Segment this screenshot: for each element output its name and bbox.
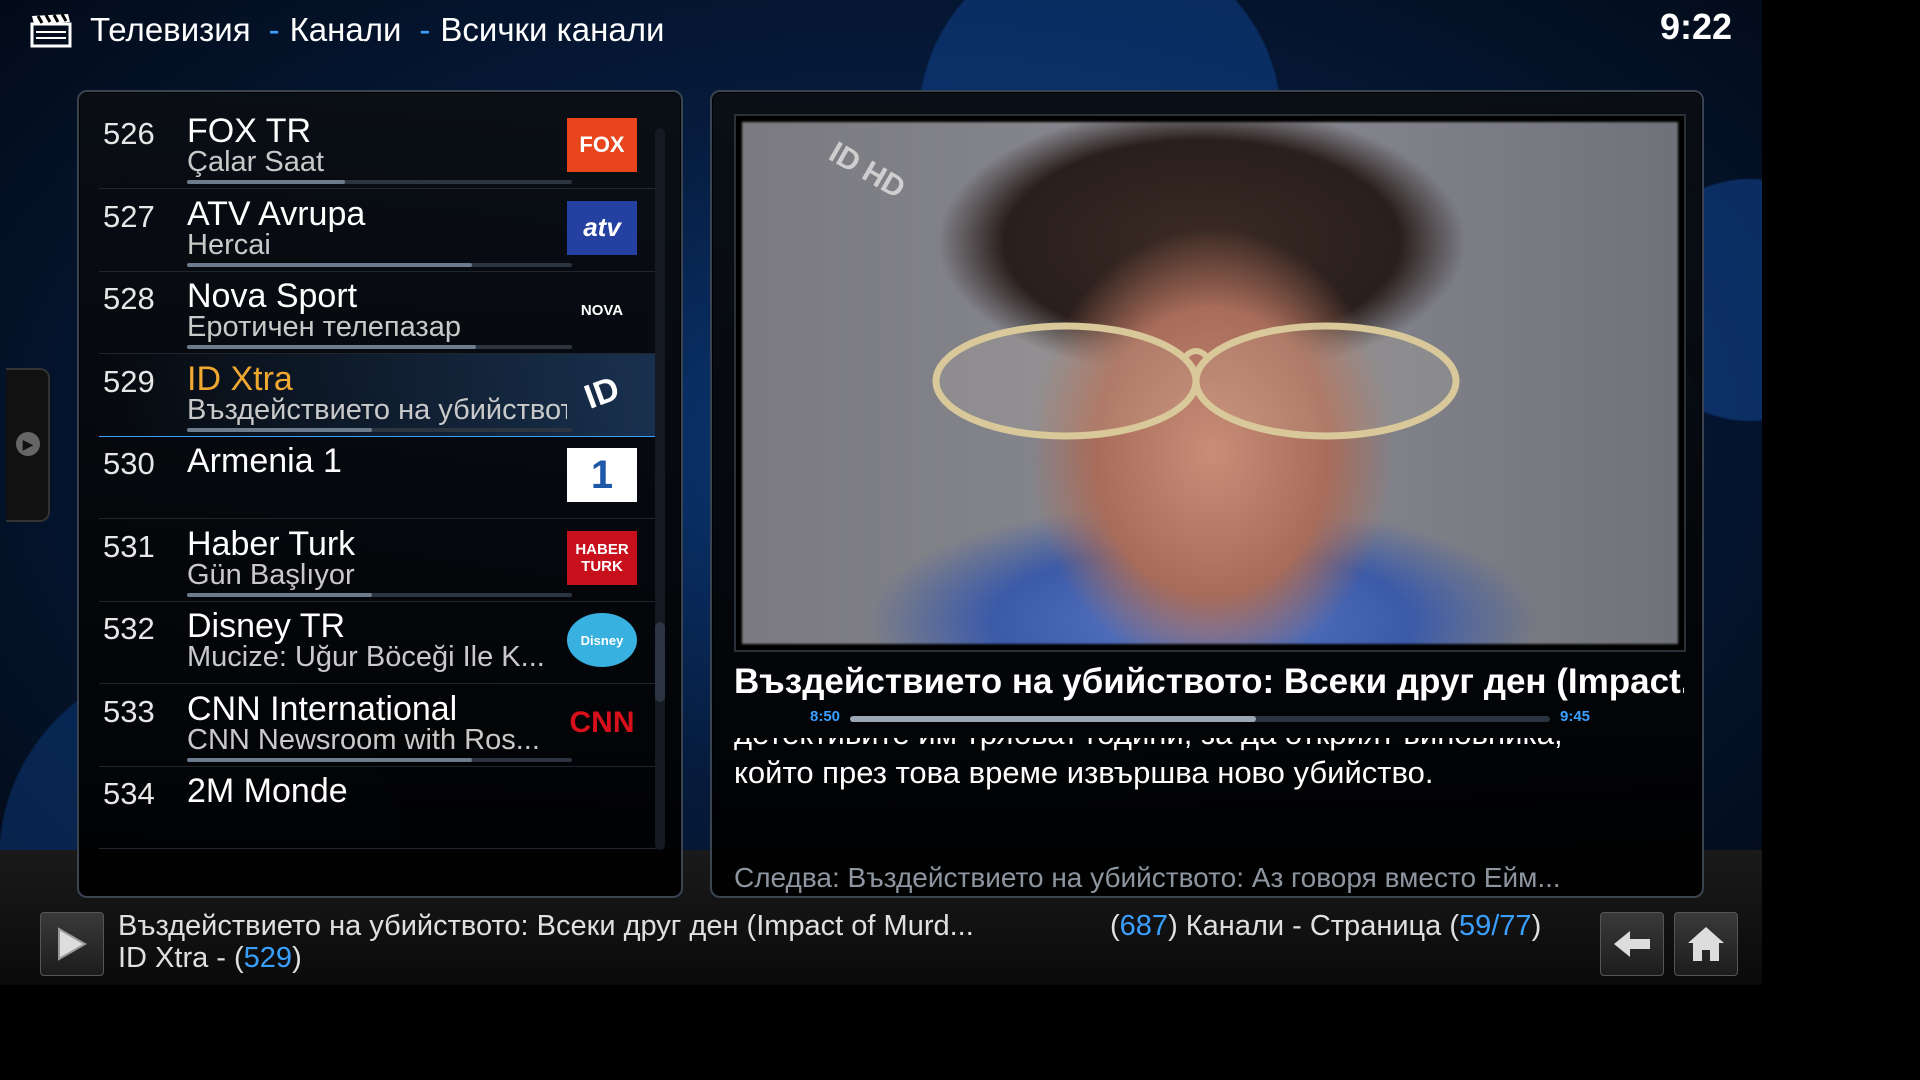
program-info-panel: ID HD Въздействието на убийството: Всеки…	[710, 90, 1704, 898]
channel-list: 526 FOX TR Çalar Saat FOX 527 ATV Avrupa Herca…	[77, 90, 683, 898]
home-button[interactable]	[1674, 912, 1738, 976]
channel-row[interactable]: 534 2M Monde	[99, 766, 659, 849]
program-plot: детективите им трябват години, за да отк…	[734, 738, 1694, 820]
back-button[interactable]	[1600, 912, 1664, 976]
channel-number: 527	[103, 198, 155, 234]
page-close: )	[1531, 910, 1542, 942]
channel-number: 529	[243, 942, 293, 974]
channel-row[interactable]: 532 Disney TR Mucize: Uğur Böceği Ile K...…	[99, 601, 659, 684]
page-label: ) Канали - Страница (	[1168, 910, 1459, 942]
channel-program: Еротичен телепазар	[187, 311, 461, 343]
channel-number: 526	[103, 116, 155, 151]
program-end-time: 9:45	[1560, 708, 1591, 725]
channel-number: 533	[103, 693, 155, 729]
breadcrumb: Телевизия - Канали - Всички канали	[30, 6, 664, 54]
channel-number: 531	[103, 528, 155, 564]
channel-row[interactable]: 528 Nova Sport Еротичен телепазар NOVA	[99, 271, 659, 354]
channel-logo: CNN	[569, 705, 635, 739]
channel-number: 530	[103, 446, 155, 481]
program-progress	[187, 345, 572, 349]
play-icon	[58, 927, 87, 961]
channel-row[interactable]: 529ID XtraВъздействието на убийството: В…	[99, 353, 659, 437]
channel-program: Въздействието на убийството: В	[187, 393, 567, 426]
channel-logo: atv	[567, 200, 637, 255]
breadcrumb-separator: -	[268, 11, 280, 48]
row-divider	[99, 848, 659, 849]
channel-number: 528	[103, 281, 155, 316]
breadcrumb-tv[interactable]: Телевизия	[90, 11, 251, 49]
side-menu-tab[interactable]: ▶	[6, 368, 50, 522]
program-start-time: 8:50	[810, 708, 841, 725]
breadcrumb-separator: -	[419, 11, 431, 48]
program-progress	[187, 180, 572, 184]
play-button[interactable]	[40, 912, 104, 976]
channel-logo: 1	[567, 448, 637, 502]
breadcrumb-channels[interactable]: Канали	[290, 11, 402, 49]
channel-program: Çalar Saat	[187, 146, 325, 178]
program-progress	[187, 427, 572, 432]
channel-number: 534	[103, 776, 155, 811]
video-preview[interactable]: ID HD	[734, 114, 1686, 652]
channel-logo: ID	[579, 368, 625, 416]
channel-program: Mucize: Uğur Böceği Ile K...	[187, 641, 545, 673]
now-playing-title: Въздействието на убийството: Всеки друг …	[118, 910, 974, 942]
scrollbar[interactable]	[655, 128, 665, 850]
channel-prefix: ID Xtra - (	[118, 942, 244, 974]
channel-number: 532	[103, 611, 155, 646]
program-progress	[187, 757, 572, 762]
back-arrow-icon	[1614, 931, 1650, 957]
channel-program: CNN Newsroom with Ros...	[187, 723, 540, 756]
program-progress	[187, 262, 572, 267]
channel-name: Armenia 1	[187, 442, 342, 480]
channel-suffix: )	[292, 942, 302, 974]
count-open: (	[1110, 910, 1120, 942]
scrollbar-thumb[interactable]	[655, 622, 665, 702]
program-progress-bar	[850, 716, 1550, 722]
channel-name: 2M Monde	[187, 772, 348, 810]
chevron-right-icon: ▶	[16, 432, 40, 456]
channel-logo: FOX	[567, 118, 637, 172]
channel-logo: NOVA	[580, 301, 624, 319]
program-progress	[187, 592, 572, 597]
next-program: Следва: Въздействието на убийството: Аз …	[734, 862, 1561, 893]
channel-count: 687	[1119, 910, 1169, 942]
home-icon	[1688, 927, 1724, 961]
breadcrumb-all-channels: Всички канали	[440, 11, 665, 48]
page-number: 59/77	[1458, 910, 1532, 942]
channel-number: 529	[103, 363, 155, 399]
channel-logo: HABER TURK	[567, 530, 637, 585]
plot-line: детективите им трябват години, за да отк…	[734, 738, 1563, 753]
page-info: (687) Канали - Страница (59/77)	[1110, 910, 1541, 943]
clock: 9:22	[1660, 6, 1733, 47]
clapperboard-icon	[30, 13, 72, 48]
plot-line: който през това време извършва ново убий…	[734, 755, 1434, 790]
program-title: Въздействието на убийството: Всеки друг …	[734, 662, 1684, 701]
channel-row[interactable]: 530 Armenia 1 1	[99, 436, 659, 519]
preview-glasses-shape	[932, 322, 1460, 440]
now-playing-channel: ID Xtra - (529)	[118, 942, 302, 975]
channel-row[interactable]: 527 ATV Avrupa Hercai atv	[99, 189, 659, 272]
channel-row[interactable]: 526 FOX TR Çalar Saat FOX	[99, 106, 659, 189]
channel-program: Hercai	[187, 228, 271, 261]
channel-program: Gün Başlıyor	[187, 558, 355, 591]
channel-logo: Disney	[567, 613, 637, 667]
channel-row[interactable]: 531 Haber Turk Gün Başlıyor HABER TURK	[99, 519, 659, 602]
channel-row[interactable]: 533 CNN International CNN Newsroom with Ro…	[99, 684, 659, 767]
